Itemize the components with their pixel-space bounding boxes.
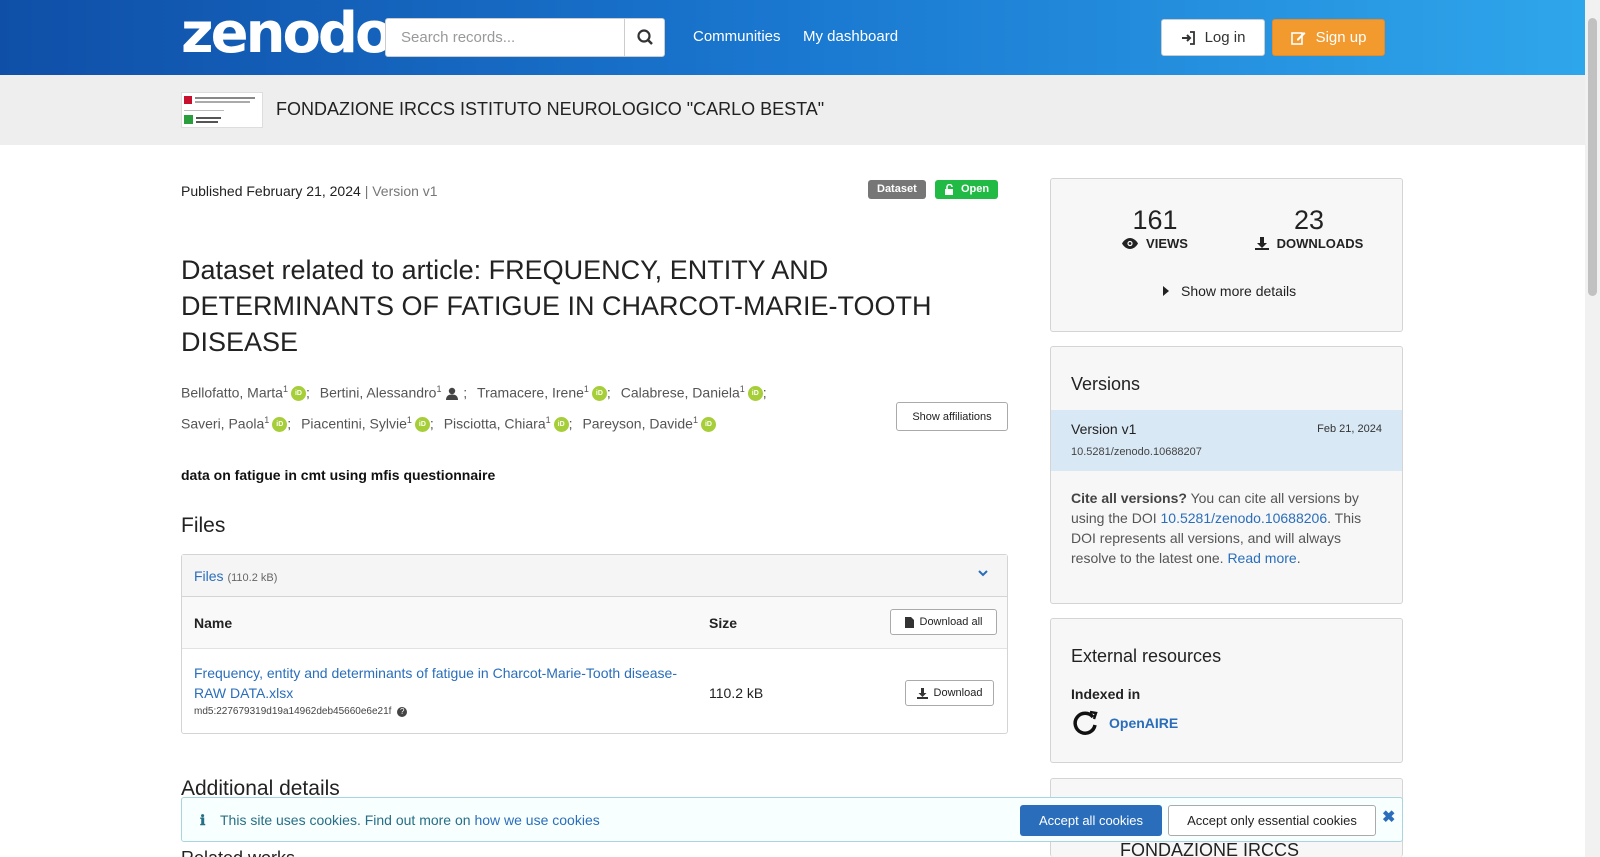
signup-button[interactable]: Sign up bbox=[1272, 19, 1385, 56]
close-icon[interactable]: ✖ bbox=[1382, 807, 1395, 827]
files-accordion-title[interactable]: Files (110.2 kB) bbox=[194, 568, 277, 584]
login-label: Log in bbox=[1204, 29, 1246, 46]
page-scrollbar[interactable] bbox=[1585, 0, 1600, 857]
views-label: VIEWS bbox=[1146, 236, 1188, 251]
download-button[interactable]: Download bbox=[905, 680, 994, 706]
creator[interactable]: Pisciotta, Chiara1 iD; bbox=[444, 407, 573, 438]
creator[interactable]: Piacentini, Sylvie1 iD; bbox=[301, 407, 434, 438]
caret-right-icon bbox=[1163, 286, 1169, 296]
access-badge-label: Open bbox=[961, 183, 990, 195]
search-icon bbox=[637, 29, 653, 45]
downloads-count: 23 bbox=[1293, 205, 1325, 235]
stats-card: 161 VIEWS 23 DOWNLOADS Show more details bbox=[1050, 178, 1403, 332]
resource-type-badge: Dataset bbox=[868, 180, 926, 199]
column-size: Size bbox=[709, 615, 738, 631]
version-item[interactable]: Version v1 Feb 21, 2024 10.5281/zenodo.1… bbox=[1051, 410, 1402, 471]
creator[interactable]: Bertini, Alessandro1 ; bbox=[320, 376, 467, 407]
zenodo-logo[interactable]: zenodo bbox=[181, 6, 393, 62]
eye-icon bbox=[1122, 238, 1139, 249]
orcid-icon[interactable]: iD bbox=[414, 417, 430, 433]
signup-label: Sign up bbox=[1315, 29, 1367, 46]
downloads-stat: 23 DOWNLOADS bbox=[1244, 205, 1374, 251]
edit-icon bbox=[1290, 32, 1306, 45]
creator[interactable]: Calabrese, Daniela1 iD; bbox=[621, 376, 767, 407]
concept-doi-link[interactable]: 10.5281/zenodo.10688206 bbox=[1161, 510, 1328, 526]
community-logo[interactable] bbox=[181, 92, 263, 128]
files-accordion-header[interactable]: Files (110.2 kB) bbox=[182, 555, 1007, 597]
download-all-button[interactable]: Download all bbox=[890, 609, 997, 635]
cookie-banner: ℹ This site uses cookies. Find out more … bbox=[181, 797, 1403, 842]
record-description: data on fatigue in cmt using mfis questi… bbox=[181, 467, 496, 483]
community-card-title: FONDAZIONE IRCCS bbox=[1120, 840, 1300, 857]
nav-communities[interactable]: Communities bbox=[693, 28, 781, 45]
download-icon bbox=[916, 687, 928, 699]
external-resources-title: External resources bbox=[1071, 646, 1222, 666]
community-header: FONDAZIONE IRCCS ISTITUTO NEUROLOGICO "C… bbox=[0, 75, 1600, 145]
indexed-in-label: Indexed in bbox=[1071, 686, 1141, 702]
record-title: Dataset related to article: FREQUENCY, E… bbox=[181, 255, 932, 357]
file-size: 110.2 kB bbox=[709, 685, 764, 701]
views-count: 161 bbox=[1132, 205, 1178, 235]
creator[interactable]: Saveri, Paola1 iD; bbox=[181, 407, 291, 438]
orcid-icon[interactable]: iD bbox=[553, 417, 569, 433]
views-stat: 161 VIEWS bbox=[1115, 205, 1195, 251]
external-resources-card: External resources Indexed in OpenAIRE bbox=[1050, 618, 1403, 763]
person-icon bbox=[446, 388, 459, 401]
version-item-date: Feb 21, 2024 bbox=[1317, 423, 1382, 435]
cookie-policy-link[interactable]: how we use cookies bbox=[474, 812, 599, 828]
unlock-icon bbox=[945, 184, 953, 195]
file-name-link[interactable]: Frequency, entity and determinants of fa… bbox=[194, 663, 694, 703]
file-checksum: md5:227679319d19a14962deb45660e6e21f ? bbox=[194, 706, 408, 717]
community-name[interactable]: FONDAZIONE IRCCS ISTITUTO NEUROLOGICO "C… bbox=[276, 99, 824, 120]
files-total-size: (110.2 kB) bbox=[227, 572, 278, 584]
accept-essential-cookies-button[interactable]: Accept only essential cookies bbox=[1168, 805, 1376, 836]
version-item-label[interactable]: Version v1 bbox=[1071, 421, 1136, 437]
versions-card: Versions Version v1 Feb 21, 2024 10.5281… bbox=[1050, 346, 1403, 604]
search-button[interactable] bbox=[624, 18, 665, 57]
read-more-link[interactable]: Read more bbox=[1227, 550, 1296, 566]
orcid-icon[interactable]: iD bbox=[700, 417, 716, 433]
downloads-label: DOWNLOADS bbox=[1276, 236, 1364, 251]
scrollbar-thumb[interactable] bbox=[1588, 18, 1597, 296]
publication-info: Published February 21, 2024 | Version v1 bbox=[181, 183, 438, 199]
creator[interactable]: Pareyson, Davide1 iD bbox=[582, 407, 716, 438]
versions-title: Versions bbox=[1071, 374, 1141, 394]
show-more-details-toggle[interactable]: Show more details bbox=[1163, 283, 1296, 299]
version-item-doi: 10.5281/zenodo.10688207 bbox=[1071, 446, 1202, 458]
published-date: Published February 21, 2024 bbox=[181, 183, 361, 199]
related-works-heading: Related works bbox=[181, 848, 295, 857]
download-icon bbox=[1254, 237, 1269, 250]
cookie-message: This site uses cookies. Find out more on… bbox=[220, 812, 600, 828]
column-name: Name bbox=[194, 615, 233, 631]
creator[interactable]: Tramacere, Irene1 iD; bbox=[477, 376, 611, 407]
files-heading: Files bbox=[181, 514, 226, 537]
files-panel: Files (110.2 kB) Name Size Download all … bbox=[181, 554, 1008, 734]
creators-list: Bellofatto, Marta1 iD; Bertini, Alessandr… bbox=[181, 376, 921, 437]
top-navbar: zenodo Search records... Communities My … bbox=[0, 0, 1600, 75]
openaire-link[interactable]: OpenAIRE bbox=[1071, 709, 1178, 737]
version-label: | Version v1 bbox=[364, 183, 438, 199]
orcid-icon[interactable]: iD bbox=[747, 386, 763, 402]
login-button[interactable]: Log in bbox=[1161, 19, 1265, 56]
file-archive-icon bbox=[904, 616, 914, 628]
chevron-down-icon[interactable] bbox=[977, 567, 989, 579]
cite-all-versions: Cite all versions? You can cite all vers… bbox=[1071, 490, 1362, 566]
help-icon[interactable]: ? bbox=[397, 707, 408, 717]
openaire-icon bbox=[1073, 710, 1098, 735]
info-icon: ℹ bbox=[200, 812, 206, 828]
search-input[interactable]: Search records... bbox=[385, 18, 625, 57]
show-affiliations-button[interactable]: Show affiliations bbox=[896, 402, 1008, 431]
files-table-header: Name Size Download all bbox=[182, 597, 1007, 649]
nav-my-dashboard[interactable]: My dashboard bbox=[803, 28, 898, 45]
orcid-icon[interactable]: iD bbox=[290, 386, 306, 402]
orcid-icon[interactable]: iD bbox=[591, 386, 607, 402]
orcid-icon[interactable]: iD bbox=[272, 417, 288, 433]
creator[interactable]: Bellofatto, Marta1 iD; bbox=[181, 376, 310, 407]
access-badge: Open bbox=[935, 180, 999, 199]
sign-in-icon bbox=[1181, 30, 1195, 45]
accept-all-cookies-button[interactable]: Accept all cookies bbox=[1020, 805, 1162, 836]
